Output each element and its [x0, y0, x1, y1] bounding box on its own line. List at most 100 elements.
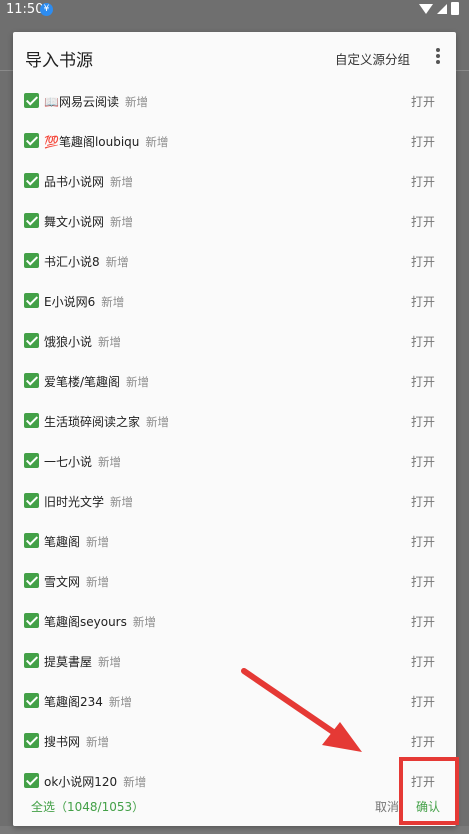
list-item[interactable]: 搜书网 新增 打开	[13, 722, 456, 762]
open-button[interactable]: 打开	[411, 133, 435, 150]
confirm-button[interactable]: 确认	[416, 798, 440, 815]
checkbox[interactable]	[24, 173, 39, 188]
source-title: 笔趣阁	[44, 535, 81, 549]
new-tag: 新增	[110, 175, 134, 189]
source-name: 饿狼小说 新增	[44, 333, 121, 350]
source-name: 笔趣阁seyours 新增	[44, 613, 156, 630]
new-tag: 新增	[86, 575, 110, 589]
list-item[interactable]: 雪文网 新增 打开	[13, 562, 456, 602]
checkbox[interactable]	[24, 253, 39, 268]
status-bar: 11:50 ¥	[0, 0, 469, 20]
list-item[interactable]: 书汇小说8 新增 打开	[13, 242, 456, 282]
source-title: E小说网6	[44, 295, 96, 309]
source-title: 一七小说	[44, 455, 93, 469]
source-title: 笔趣阁234	[44, 695, 103, 709]
open-button[interactable]: 打开	[411, 253, 435, 270]
open-button[interactable]: 打开	[411, 653, 435, 670]
source-name: 📖网易云阅读 新增	[44, 93, 148, 110]
checkbox[interactable]	[24, 373, 39, 388]
source-title: 书汇小说8	[44, 255, 100, 269]
source-name: E小说网6 新增	[44, 293, 124, 310]
cancel-button[interactable]: 取消	[375, 798, 399, 815]
list-item[interactable]: E小说网6 新增 打开	[13, 282, 456, 322]
checkbox[interactable]	[24, 93, 39, 108]
open-button[interactable]: 打开	[411, 573, 435, 590]
list-item[interactable]: 舞文小说网 新增 打开	[13, 202, 456, 242]
list-item[interactable]: 笔趣阁234 新增 打开	[13, 682, 456, 722]
open-button[interactable]: 打开	[411, 773, 435, 790]
list-item[interactable]: 旧时光文学 新增 打开	[13, 482, 456, 522]
background-app-edge	[0, 826, 469, 834]
checkbox[interactable]	[24, 773, 39, 788]
open-button[interactable]: 打开	[411, 693, 435, 710]
source-title: 旧时光文学	[44, 495, 105, 509]
list-item[interactable]: 品书小说网 新增 打开	[13, 162, 456, 202]
checkbox[interactable]	[24, 213, 39, 228]
custom-group-button[interactable]: 自定义源分组	[335, 49, 410, 68]
source-name: 旧时光文学 新增	[44, 493, 133, 510]
open-button[interactable]: 打开	[411, 613, 435, 630]
source-title: 饿狼小说	[44, 335, 93, 349]
checkbox[interactable]	[24, 533, 39, 548]
source-title: 📖网易云阅读	[44, 95, 119, 109]
source-name: ok小说网120 新增	[44, 773, 146, 790]
open-button[interactable]: 打开	[411, 93, 435, 110]
new-tag: 新增	[132, 615, 156, 629]
list-item[interactable]: 提莫書屋 新增 打开	[13, 642, 456, 682]
new-tag: 新增	[108, 695, 132, 709]
source-name: 搜书网 新增	[44, 733, 109, 750]
checkbox[interactable]	[24, 133, 39, 148]
list-item[interactable]: 饿狼小说 新增 打开	[13, 322, 456, 362]
source-title: ok小说网120	[44, 775, 118, 789]
open-button[interactable]: 打开	[411, 173, 435, 190]
source-title: 生活琐碎阅读之家	[44, 415, 141, 429]
open-button[interactable]: 打开	[411, 293, 435, 310]
new-tag: 新增	[98, 655, 122, 669]
source-title: 笔趣阁seyours	[44, 615, 127, 629]
new-tag: 新增	[146, 415, 170, 429]
source-title: 搜书网	[44, 735, 81, 749]
list-item[interactable]: 一七小说 新增 打开	[13, 442, 456, 482]
open-button[interactable]: 打开	[411, 373, 435, 390]
battery-icon	[451, 2, 459, 15]
new-tag: 新增	[126, 375, 150, 389]
source-name: 一七小说 新增	[44, 453, 121, 470]
notification-icon: ¥	[40, 3, 53, 16]
list-item[interactable]: 📖网易云阅读 新增 打开	[13, 82, 456, 122]
open-button[interactable]: 打开	[411, 493, 435, 510]
open-button[interactable]: 打开	[411, 333, 435, 350]
status-icons	[419, 2, 459, 15]
source-name: 提莫書屋 新增	[44, 653, 121, 670]
list-item[interactable]: 生活琐碎阅读之家 新增 打开	[13, 402, 456, 442]
checkbox[interactable]	[24, 333, 39, 348]
checkbox[interactable]	[24, 413, 39, 428]
list-item[interactable]: 💯笔趣阁loubiqu 新增 打开	[13, 122, 456, 162]
new-tag: 新增	[123, 775, 147, 789]
open-button[interactable]: 打开	[411, 413, 435, 430]
new-tag: 新增	[110, 215, 134, 229]
checkbox[interactable]	[24, 293, 39, 308]
open-button[interactable]: 打开	[411, 733, 435, 750]
source-title: 舞文小说网	[44, 215, 105, 229]
checkbox[interactable]	[24, 493, 39, 508]
list-item[interactable]: 笔趣阁 新增 打开	[13, 522, 456, 562]
more-options-icon[interactable]	[436, 48, 440, 64]
source-name: 笔趣阁 新增	[44, 533, 109, 550]
select-all-button[interactable]: 全选（1048/1053）	[31, 798, 144, 815]
list-item[interactable]: 爱笔楼/笔趣阁 新增 打开	[13, 362, 456, 402]
open-button[interactable]: 打开	[411, 213, 435, 230]
source-name: 书汇小说8 新增	[44, 253, 129, 270]
checkbox[interactable]	[24, 573, 39, 588]
source-title: 雪文网	[44, 575, 81, 589]
source-name: 品书小说网 新增	[44, 173, 133, 190]
checkbox[interactable]	[24, 453, 39, 468]
list-item[interactable]: 笔趣阁seyours 新增 打开	[13, 602, 456, 642]
checkbox[interactable]	[24, 653, 39, 668]
dialog-title: 导入书源	[25, 51, 93, 71]
open-button[interactable]: 打开	[411, 533, 435, 550]
source-title: 爱笔楼/笔趣阁	[44, 375, 121, 389]
checkbox[interactable]	[24, 693, 39, 708]
checkbox[interactable]	[24, 733, 39, 748]
open-button[interactable]: 打开	[411, 453, 435, 470]
checkbox[interactable]	[24, 613, 39, 628]
